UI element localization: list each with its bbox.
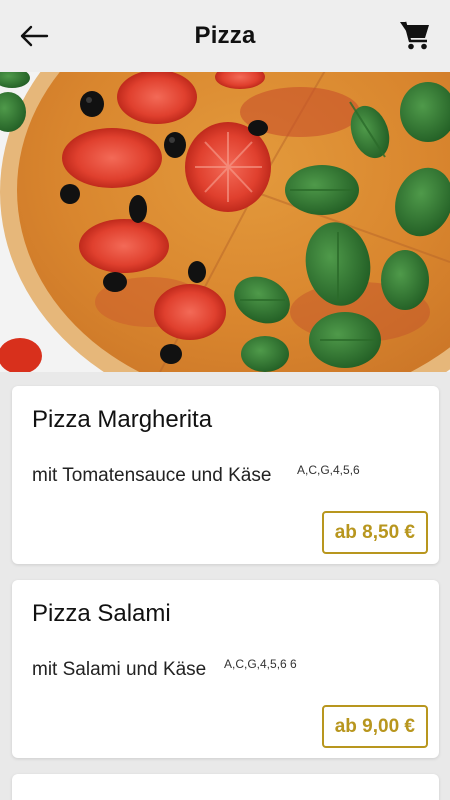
price-button[interactable]: ab 8,50 € (321, 511, 428, 554)
product-description: mit Tomatensauce und Käse (32, 465, 272, 486)
page-title: Pizza (194, 22, 256, 49)
product-card-salami[interactable]: Pizza Salami mit Salami und Käse A,C,G,4… (12, 580, 439, 758)
cart-button[interactable] (396, 16, 434, 54)
product-list: Pizza Margherita mit Tomatensauce und Kä… (0, 372, 450, 800)
pizza-hero-image (0, 72, 450, 372)
app-header: Pizza (0, 0, 450, 72)
product-card-margherita[interactable]: Pizza Margherita mit Tomatensauce und Kä… (12, 386, 439, 564)
shopping-cart-icon (400, 21, 429, 50)
product-description: mit Salami und Käse (32, 659, 207, 680)
pizza-photo (0, 72, 450, 372)
back-button[interactable] (14, 18, 54, 54)
product-allergens: A,C,G,4,5,6 (297, 463, 360, 477)
product-name: Pizza Margherita (32, 406, 213, 433)
product-name: Pizza Salami (32, 600, 171, 627)
arrow-left-icon (20, 25, 49, 47)
product-card-partial[interactable] (12, 774, 439, 800)
price-button[interactable]: ab 9,00 € (321, 705, 428, 748)
product-allergens: A,C,G,4,5,6 6 (224, 657, 297, 671)
